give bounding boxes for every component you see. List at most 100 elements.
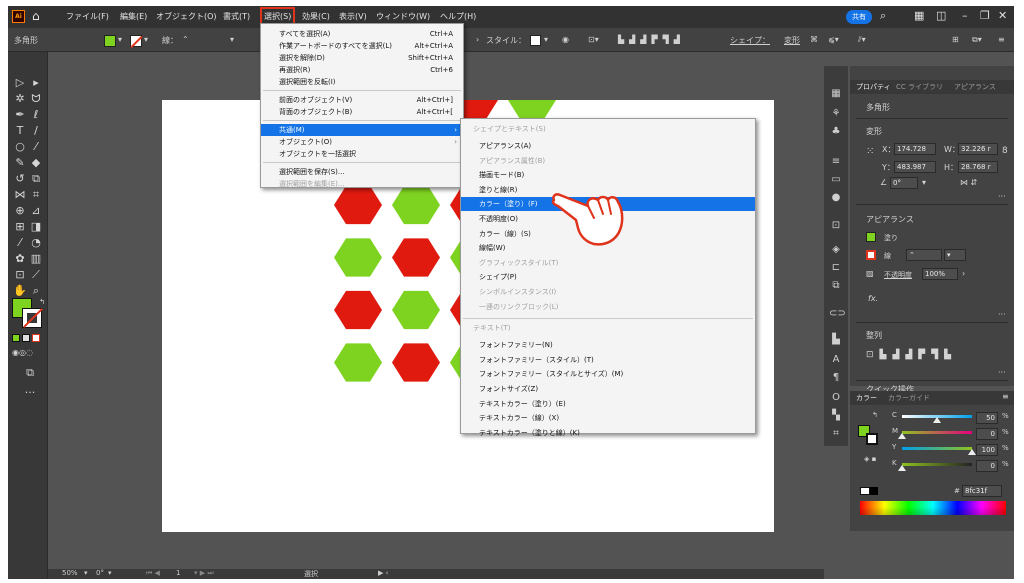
- common-submenu-item[interactable]: フォントサイズ(Z): [461, 382, 755, 396]
- paintbrush-tool-icon[interactable]: ⁄: [28, 140, 44, 153]
- chevron-down-icon[interactable]: ▾: [144, 35, 148, 44]
- flip-icon[interactable]: ⋈ ⇵: [960, 178, 977, 187]
- angle-field[interactable]: 0°: [890, 177, 918, 189]
- select-menu-item[interactable]: 選択範囲を反転(I): [261, 76, 463, 88]
- common-submenu-item[interactable]: テキストカラー（線）(X): [461, 411, 755, 425]
- artboard-tool-icon[interactable]: ⊡: [12, 268, 28, 281]
- fx-icon[interactable]: fx.: [868, 294, 878, 303]
- panel-menu-icon[interactable]: ⊞: [952, 35, 959, 44]
- home-icon[interactable]: ⌂: [32, 9, 40, 23]
- color-stroke-box[interactable]: [866, 433, 878, 445]
- symbol-sprayer-tool-icon[interactable]: ✿: [12, 252, 28, 265]
- arrange-icon[interactable]: ◫: [936, 9, 946, 22]
- line-tool-icon[interactable]: /: [28, 124, 44, 137]
- select-menu-item[interactable]: 再選択(R) Ctrl+6: [261, 64, 463, 76]
- h-field[interactable]: 28.768 r: [958, 161, 998, 173]
- align-buttons[interactable]: ⊡▙▟▟▛▜▙: [866, 350, 957, 360]
- menu-help[interactable]: ヘルプ(H): [440, 11, 476, 22]
- menu-file[interactable]: ファイル(F): [66, 11, 109, 22]
- tab-color-guide[interactable]: カラーガイド: [888, 393, 930, 403]
- brushes-icon[interactable]: ⚘: [829, 108, 843, 119]
- more-options-icon[interactable]: ···: [998, 192, 1006, 201]
- common-submenu-item[interactable]: テキストカラー（塗り）(E): [461, 397, 755, 411]
- transform-link[interactable]: 変形: [784, 35, 800, 46]
- stroke-weight-stepper[interactable]: ⌃: [182, 35, 189, 44]
- hamburger-icon[interactable]: ≡: [998, 35, 1005, 44]
- pen-tool-icon[interactable]: ✒: [12, 108, 28, 121]
- align-options-icon[interactable]: ⊡▾: [588, 35, 599, 44]
- transparency-panel-icon[interactable]: ●: [829, 192, 843, 203]
- reference-point-icon[interactable]: ⁙: [866, 146, 874, 157]
- common-submenu-item[interactable]: シェイプ(P): [461, 270, 755, 284]
- asset-export-icon[interactable]: ⧉: [829, 280, 843, 291]
- type-tool-icon[interactable]: T: [12, 124, 28, 137]
- select-menu-item[interactable]: 選択範囲を編集(E)...: [261, 178, 463, 190]
- restore-icon[interactable]: ❐: [980, 9, 990, 22]
- gradient-tool-icon[interactable]: ◨: [28, 220, 44, 233]
- channel-value-field[interactable]: 50: [976, 412, 998, 424]
- channel-value-field[interactable]: 0: [976, 428, 998, 440]
- select-menu-item[interactable]: 作業アートボードのすべてを選択(L) Alt+Ctrl+A: [261, 40, 463, 52]
- black-swatch[interactable]: [870, 487, 878, 495]
- none-mode-icon[interactable]: [32, 334, 40, 342]
- envelope-icon[interactable]: ⫽▾: [858, 35, 866, 45]
- channel-slider[interactable]: [902, 431, 972, 434]
- select-menu-item[interactable]: オブジェクトを一括選択: [261, 148, 463, 160]
- arrange-documents-icon[interactable]: ⧉▾: [972, 35, 982, 45]
- opacity-field[interactable]: 100%: [922, 268, 958, 280]
- tab-cc-libraries[interactable]: CC ライブラリ: [896, 82, 943, 92]
- symbols-icon[interactable]: ♣: [829, 126, 843, 137]
- free-transform-tool-icon[interactable]: ⌗: [28, 188, 44, 202]
- hexagon-shape[interactable]: [392, 343, 440, 382]
- lasso-tool-icon[interactable]: ᗢ: [28, 92, 44, 106]
- out-of-gamut-icon[interactable]: ◈ ▪: [864, 455, 876, 463]
- common-submenu-item[interactable]: テキストカラー（塗りと線）(K): [461, 426, 755, 440]
- eyedropper-tool-icon[interactable]: ⁄: [12, 236, 28, 249]
- workspace-icon[interactable]: ▦: [914, 9, 924, 22]
- panel-menu-icon[interactable]: ≡: [1002, 392, 1009, 401]
- character-icon[interactable]: A: [829, 354, 843, 365]
- align-panel-icon[interactable]: ▙: [829, 334, 843, 345]
- zoom-level[interactable]: 50%: [62, 569, 78, 577]
- tab-properties[interactable]: プロパティ: [856, 82, 891, 92]
- more-options-icon[interactable]: ···: [998, 310, 1006, 319]
- slider-thumb[interactable]: [933, 417, 941, 423]
- pencil-tool-icon[interactable]: ✎: [12, 156, 28, 169]
- width-tool-icon[interactable]: ⋈: [12, 188, 28, 201]
- direct-selection-tool-icon[interactable]: ▸: [28, 76, 44, 89]
- chevron-right-icon[interactable]: ›: [962, 269, 965, 278]
- chevron-down-icon[interactable]: ▾: [118, 35, 122, 44]
- blend-tool-icon[interactable]: ◔: [28, 236, 44, 249]
- menu-view[interactable]: 表示(V): [339, 11, 367, 22]
- hexagon-shape[interactable]: [392, 185, 440, 225]
- tab-color[interactable]: カラー: [856, 393, 877, 403]
- slice-tool-icon[interactable]: ⟋: [28, 268, 44, 282]
- hexagon-shape[interactable]: [508, 80, 556, 120]
- opacity-label[interactable]: 不透明度: [884, 270, 912, 280]
- close-icon[interactable]: ✕: [998, 9, 1007, 22]
- select-menu-item[interactable]: 背面のオブジェクト(B) Alt+Ctrl+[: [261, 106, 463, 118]
- menu-effect[interactable]: 効果(C): [302, 11, 330, 22]
- slider-thumb[interactable]: [968, 449, 976, 455]
- channel-value-field[interactable]: 0: [976, 460, 998, 472]
- pathfinder-icon[interactable]: ▚: [829, 410, 843, 421]
- chevron-down-icon[interactable]: ▾: [230, 35, 234, 44]
- common-submenu-item[interactable]: フォントファミリー(N): [461, 338, 755, 352]
- appearance-panel-icon[interactable]: ⊡: [829, 220, 843, 231]
- common-submenu-item[interactable]: 一連のリンクブロック(L): [461, 300, 755, 314]
- isolate-icon[interactable]: ⌘: [810, 35, 818, 44]
- menu-object[interactable]: オブジェクト(O): [156, 11, 217, 22]
- screen-mode-icon[interactable]: ⧉: [22, 366, 38, 380]
- share-button[interactable]: 共有: [846, 10, 872, 24]
- hexagon-shape[interactable]: [334, 185, 382, 225]
- links-icon[interactable]: ⊂⊃: [829, 308, 846, 319]
- color-spectrum[interactable]: [860, 501, 1006, 515]
- select-menu-item[interactable]: 選択範囲を保存(S)...: [261, 166, 463, 178]
- select-menu-item[interactable]: 共通(M) ›: [261, 124, 463, 136]
- column-graph-tool-icon[interactable]: ▥: [28, 252, 44, 265]
- align-buttons[interactable]: ▙▟▟▛▜▟: [618, 35, 685, 44]
- swap-colors-icon[interactable]: ↰: [872, 411, 878, 419]
- common-submenu-item[interactable]: フォントファミリー（スタイル）(T): [461, 353, 755, 367]
- zoom-tool-icon[interactable]: ⌕: [28, 284, 44, 298]
- w-field[interactable]: 32.226 r: [958, 143, 998, 155]
